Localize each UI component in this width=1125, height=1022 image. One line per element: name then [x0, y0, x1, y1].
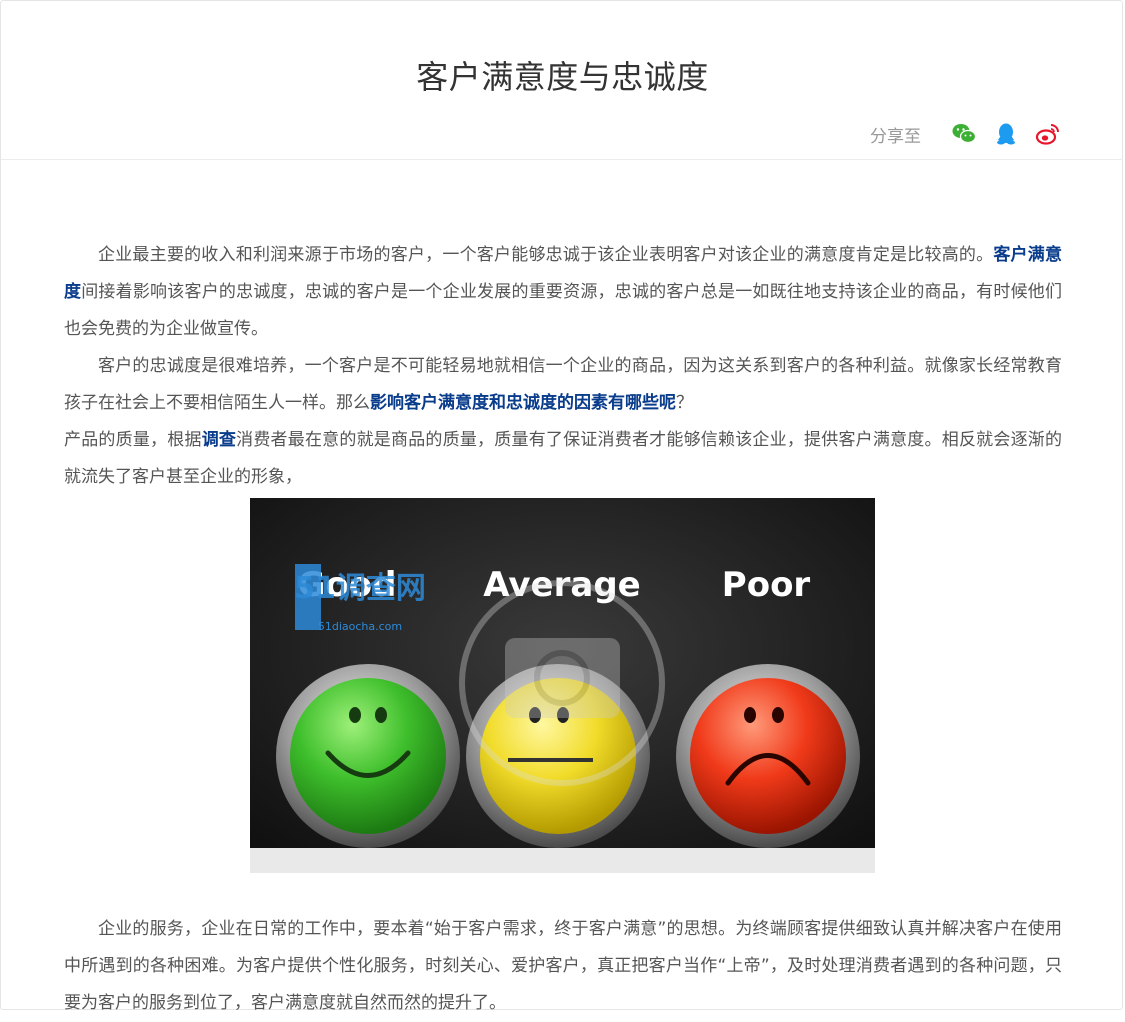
wechat-icon[interactable]	[951, 121, 977, 147]
happy-face-icon	[276, 664, 460, 848]
sad-face-icon	[676, 664, 860, 848]
paragraph-1: 企业最主要的收入和利润来源于市场的客户，一个客户能够忠诚于该企业表明客户对该企业…	[64, 237, 1062, 348]
weibo-icon[interactable]	[1035, 121, 1061, 147]
share-bar: 分享至	[870, 121, 1061, 147]
paragraph-text: ？	[676, 393, 693, 413]
qq-icon[interactable]	[993, 121, 1019, 147]
satisfaction-image: Good Average Poor 51调查网 51diaocha.com	[250, 498, 875, 873]
paragraph-3: 产品的质量，根据调查消费者最在意的就是商品的质量，质量有了保证消费者才能够信赖该…	[64, 422, 1062, 496]
header-divider	[1, 159, 1123, 160]
page-title: 客户满意度与忠诚度	[416, 58, 709, 96]
keyword-link[interactable]: 调查	[202, 430, 236, 450]
share-label: 分享至	[870, 126, 921, 147]
paragraph-2: 客户的忠诚度是很难培养，一个客户是不可能轻易地就相信一个企业的商品，因为这关系到…	[64, 348, 1062, 422]
svg-text:51调查网: 51调查网	[294, 571, 426, 606]
paragraph-4: 企业的服务，企业在日常的工作中，要本着“始于客户需求，终于客户满意”的思想。为终…	[64, 919, 1062, 1013]
svg-text:51diaocha.com: 51diaocha.com	[318, 620, 402, 633]
paragraph-text: 企业最主要的收入和利润来源于市场的客户，一个客户能够忠诚于该企业表明客户对该企业…	[98, 245, 994, 265]
image-label-poor: Poor	[722, 565, 811, 605]
article-body-continued: 企业的服务，企业在日常的工作中，要本着“始于客户需求，终于客户满意”的思想。为终…	[64, 911, 1062, 1022]
paragraph-text: 产品的质量，根据	[64, 430, 202, 450]
paragraph-text: 间接着影响该客户的忠诚度，忠诚的客户是一个企业发展的重要资源，忠诚的客户总是一如…	[64, 282, 1063, 339]
keyword-link[interactable]: 影响客户满意度和忠诚度的因素有哪些呢	[370, 393, 676, 413]
article-body: 企业最主要的收入和利润来源于市场的客户，一个客户能够忠诚于该企业表明客户对该企业…	[64, 237, 1062, 496]
